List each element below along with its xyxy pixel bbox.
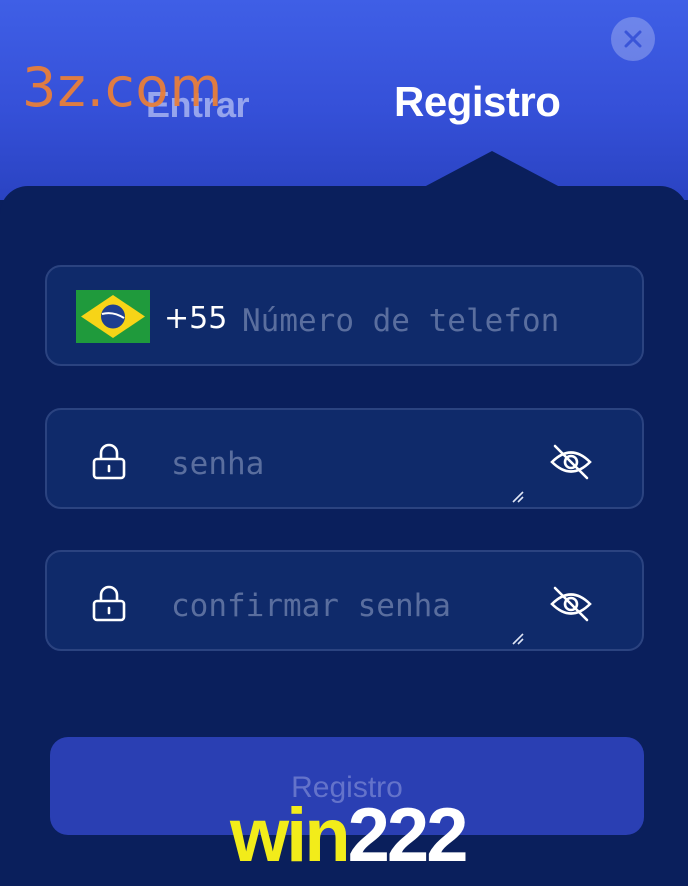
password-field[interactable]: senha xyxy=(45,408,644,509)
eye-off-icon[interactable] xyxy=(549,444,593,480)
phone-field[interactable]: +55 Número de telefon xyxy=(45,265,644,366)
country-code[interactable]: +55 xyxy=(164,301,227,336)
confirm-password-field[interactable]: confirmar senha xyxy=(45,550,644,651)
watermark-logo: 3z.com xyxy=(22,56,224,119)
active-tab-indicator xyxy=(424,151,560,187)
confirm-password-input[interactable]: confirmar senha xyxy=(171,588,451,624)
watermark-brand-part-b: 222 xyxy=(347,793,469,878)
resize-handle-icon[interactable] xyxy=(511,632,525,646)
lock-icon xyxy=(92,585,126,622)
watermark-brand-part-a: win xyxy=(230,793,351,878)
password-input[interactable]: senha xyxy=(171,446,264,482)
resize-handle-icon[interactable] xyxy=(511,490,525,504)
brazil-flag-icon xyxy=(76,290,150,343)
close-icon xyxy=(624,30,642,48)
tab-register[interactable]: Registro xyxy=(394,78,561,126)
watermark-brand: win222 xyxy=(230,792,469,879)
close-button[interactable] xyxy=(611,17,655,61)
eye-off-icon[interactable] xyxy=(549,586,593,622)
lock-icon xyxy=(92,443,126,480)
phone-input[interactable]: Número de telefon xyxy=(242,303,592,339)
